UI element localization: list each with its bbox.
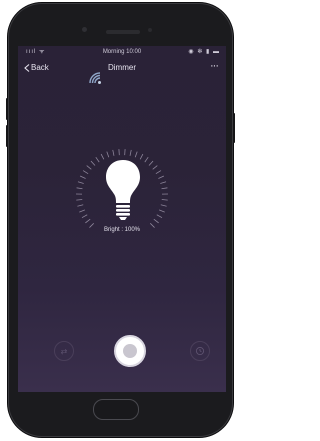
timer-button[interactable] [190,341,210,361]
dial-tick [79,175,86,179]
brightness-readout: Bright : 100% [103,227,141,233]
dial-tick [76,187,83,190]
more-icon[interactable]: ··· [210,60,219,72]
dial-tick [152,165,158,170]
dial-tick [106,151,110,158]
power-side-button [233,113,235,143]
earpiece-speaker [106,30,140,34]
dial-tick [160,204,167,207]
mode-icon: ⇄ [60,346,68,356]
dial-tick [112,149,115,156]
dial-tick [85,218,91,224]
nav-bar: Back Dimmer ··· [18,60,226,80]
dial-tick [86,165,92,170]
proximity-sensor [148,28,152,32]
dial-tick [90,160,96,166]
dial-tick [76,199,83,201]
bulb-icon [106,160,140,220]
power-icon [123,344,137,358]
timer-icon [195,346,205,356]
dial-tick [82,170,89,175]
dial-tick [158,175,165,179]
mode-button[interactable]: ⇄ [54,341,74,361]
dial-tick [77,204,84,207]
power-button[interactable] [114,335,146,367]
wifi-signal-icon [89,72,101,84]
dial-tick [148,160,154,166]
dial-tick [77,181,84,184]
volume-up-button [6,98,8,120]
dial-tick [161,187,168,190]
dial-tick [79,209,86,213]
dial-tick [153,218,159,224]
home-button[interactable] [93,399,139,420]
control-bar: ⇄ [18,329,226,379]
dial-tick [144,156,149,163]
dial-tick [95,156,100,163]
dial-tick [129,149,132,156]
dial-tick [158,209,165,213]
app-screen: ıııl ᯤ Morning 10:00 ◉ ✻ ▮ ▬ Back Dimmer… [18,46,226,392]
dial-tick [155,170,162,175]
front-camera [82,27,87,32]
dial-tick [161,199,168,201]
dial-tick [160,181,167,184]
dial-tick [134,151,138,158]
status-indicators: ◉ ✻ ▮ ▬ [188,49,220,55]
dial-tick [156,214,163,219]
dial-tick [81,214,88,219]
volume-down-button [6,125,8,147]
page-title: Dimmer [108,63,136,72]
status-bar: ıııl ᯤ Morning 10:00 ◉ ✻ ▮ ▬ [18,46,226,58]
